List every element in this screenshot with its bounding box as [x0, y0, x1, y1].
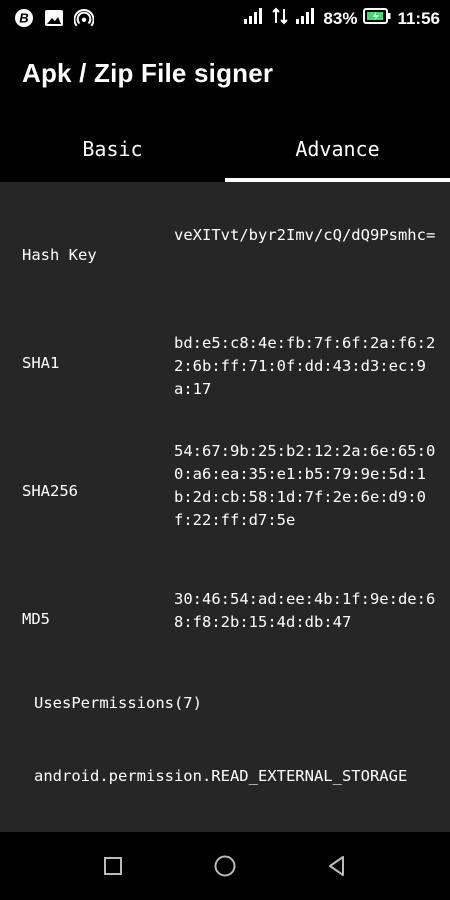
- image-icon: [44, 8, 64, 28]
- hash-key-label: Hash Key: [22, 246, 97, 264]
- svg-text:B: B: [19, 11, 28, 26]
- tab-bar: Basic Advance: [0, 116, 450, 182]
- tab-advance[interactable]: Advance: [225, 116, 450, 182]
- sha256-value: 54:67:9b:25:b2:12:2a:6e:65:00:a6:ea:35:e…: [174, 442, 436, 529]
- clock: 11:56: [397, 8, 440, 28]
- back-triangle-icon[interactable]: [321, 850, 353, 882]
- sha1-value: bd:e5:c8:4e:fb:7f:6f:2a:f6:22:6b:ff:71:0…: [174, 334, 436, 398]
- data-transfer-icon: [271, 7, 289, 30]
- signal-icon: [243, 7, 265, 30]
- page-title: Apk / Zip File signer: [22, 58, 274, 88]
- sha256-label: SHA256: [22, 482, 78, 500]
- permission-item: android.permission.READ_EXTERNAL_STORAGE: [34, 767, 408, 785]
- hotspot-icon: [74, 8, 94, 28]
- battery-percent: 83%: [323, 8, 358, 28]
- app-bar: Apk / Zip File signer: [0, 36, 450, 116]
- status-left-icons: B: [14, 8, 94, 28]
- tab-basic[interactable]: Basic: [0, 116, 225, 182]
- recents-square-icon[interactable]: [97, 850, 129, 882]
- permissions-title: UsesPermissions(7): [34, 694, 202, 712]
- navigation-bar: [0, 832, 450, 900]
- md5-value: 30:46:54:ad:ee:4b:1f:9e:de:68:f8:2b:15:4…: [174, 590, 436, 631]
- hash-key-value: veXITvt/byr2Imv/cQ/dQ9Psmhc=: [174, 226, 436, 244]
- b-circle-icon: B: [14, 8, 34, 28]
- battery-icon: [363, 8, 391, 29]
- sha1-label: SHA1: [22, 354, 60, 372]
- status-right: 83% 11:56: [243, 7, 440, 30]
- home-circle-icon[interactable]: [209, 850, 241, 882]
- signal-icon: [295, 7, 317, 30]
- md5-label: MD5: [22, 610, 50, 628]
- status-bar: B 83% 11:56: [0, 0, 450, 36]
- details-panel: Hash Key veXITvt/byr2Imv/cQ/dQ9Psmhc= SH…: [0, 182, 450, 832]
